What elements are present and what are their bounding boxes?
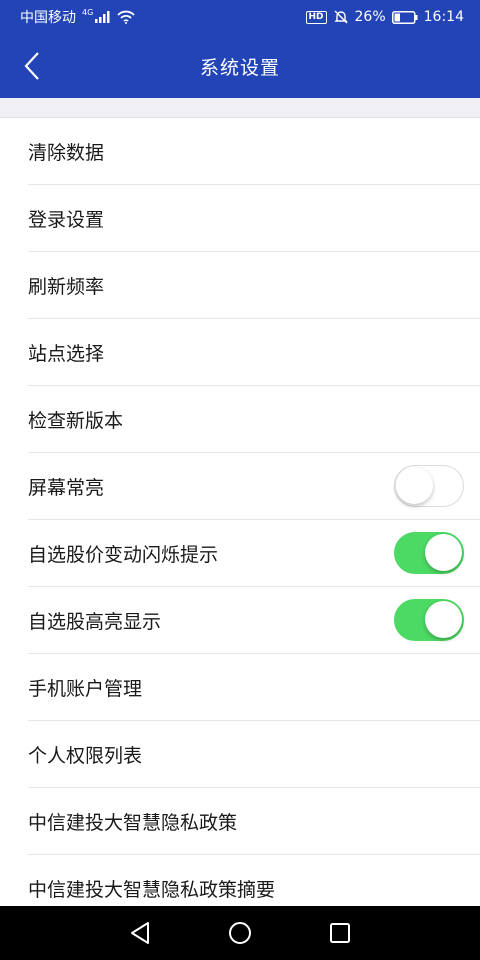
setting-privacy-policy[interactable]: 中信建投大智慧隐私政策 bbox=[28, 788, 480, 855]
setting-label: 个人权限列表 bbox=[28, 744, 143, 767]
status-right: HD 26% 16:14 bbox=[305, 9, 464, 25]
setting-screen-on: 屏幕常亮 bbox=[28, 453, 480, 520]
back-triangle-icon bbox=[131, 922, 149, 944]
setting-label: 检查新版本 bbox=[28, 409, 124, 432]
status-left: 中国移动 4G bbox=[20, 7, 135, 27]
setting-label: 中信建投大智慧隐私政策 bbox=[28, 811, 238, 834]
nav-recents-button[interactable] bbox=[320, 913, 360, 953]
page-title: 系统设置 bbox=[199, 56, 280, 79]
setting-site-select[interactable]: 站点选择 bbox=[28, 319, 480, 386]
setting-login[interactable]: 登录设置 bbox=[28, 185, 480, 252]
setting-privacy-summary[interactable]: 中信建投大智慧隐私政策摘要 bbox=[28, 855, 480, 906]
setting-label: 清除数据 bbox=[28, 141, 105, 164]
toggle-knob bbox=[425, 534, 462, 571]
back-button[interactable] bbox=[14, 46, 50, 86]
setting-account-manage[interactable]: 手机账户管理 bbox=[28, 654, 480, 721]
setting-price-flash: 自选股价变动闪烁提示 bbox=[28, 520, 480, 587]
signal-icon bbox=[95, 11, 110, 23]
price-flash-toggle[interactable] bbox=[394, 532, 464, 574]
mute-icon bbox=[333, 10, 348, 24]
title-bar: 系统设置 bbox=[0, 34, 480, 98]
setting-label: 手机账户管理 bbox=[28, 677, 143, 700]
setting-label: 屏幕常亮 bbox=[28, 476, 105, 499]
setting-label: 自选股高亮显示 bbox=[28, 610, 162, 633]
setting-label: 刷新频率 bbox=[28, 275, 105, 298]
carrier-label: 中国移动 bbox=[20, 10, 76, 26]
hd-badge: HD bbox=[305, 10, 327, 24]
setting-label: 站点选择 bbox=[28, 342, 105, 365]
section-spacer bbox=[0, 98, 480, 118]
recents-square-icon bbox=[330, 923, 350, 943]
setting-label: 登录设置 bbox=[28, 208, 105, 231]
settings-list: 清除数据 登录设置 刷新频率 站点选择 检查新版本 屏幕常亮 自选股价变动闪烁提… bbox=[0, 118, 480, 906]
nav-home-button[interactable] bbox=[220, 913, 260, 953]
setting-clear-data[interactable]: 清除数据 bbox=[28, 118, 480, 185]
toggle-knob bbox=[425, 601, 462, 638]
setting-check-update[interactable]: 检查新版本 bbox=[28, 386, 480, 453]
system-nav-bar bbox=[0, 906, 480, 960]
status-bar: 中国移动 4G HD 26% 16:14 bbox=[0, 0, 480, 34]
highlight-toggle[interactable] bbox=[394, 599, 464, 641]
clock: 16:14 bbox=[423, 9, 464, 25]
nav-back-button[interactable] bbox=[120, 913, 160, 953]
setting-refresh-rate[interactable]: 刷新频率 bbox=[28, 252, 480, 319]
battery-icon bbox=[391, 10, 418, 24]
setting-label: 自选股价变动闪烁提示 bbox=[28, 543, 219, 566]
setting-highlight: 自选股高亮显示 bbox=[28, 587, 480, 654]
screen-on-toggle[interactable] bbox=[394, 465, 464, 507]
setting-label: 中信建投大智慧隐私政策摘要 bbox=[28, 878, 276, 901]
network-type: 4G bbox=[82, 7, 94, 17]
wifi-icon bbox=[117, 10, 135, 24]
battery-percent: 26% bbox=[354, 9, 386, 25]
chevron-left-icon bbox=[24, 52, 39, 80]
home-circle-icon bbox=[229, 922, 251, 944]
toggle-knob bbox=[396, 467, 433, 504]
setting-permissions[interactable]: 个人权限列表 bbox=[28, 721, 480, 788]
